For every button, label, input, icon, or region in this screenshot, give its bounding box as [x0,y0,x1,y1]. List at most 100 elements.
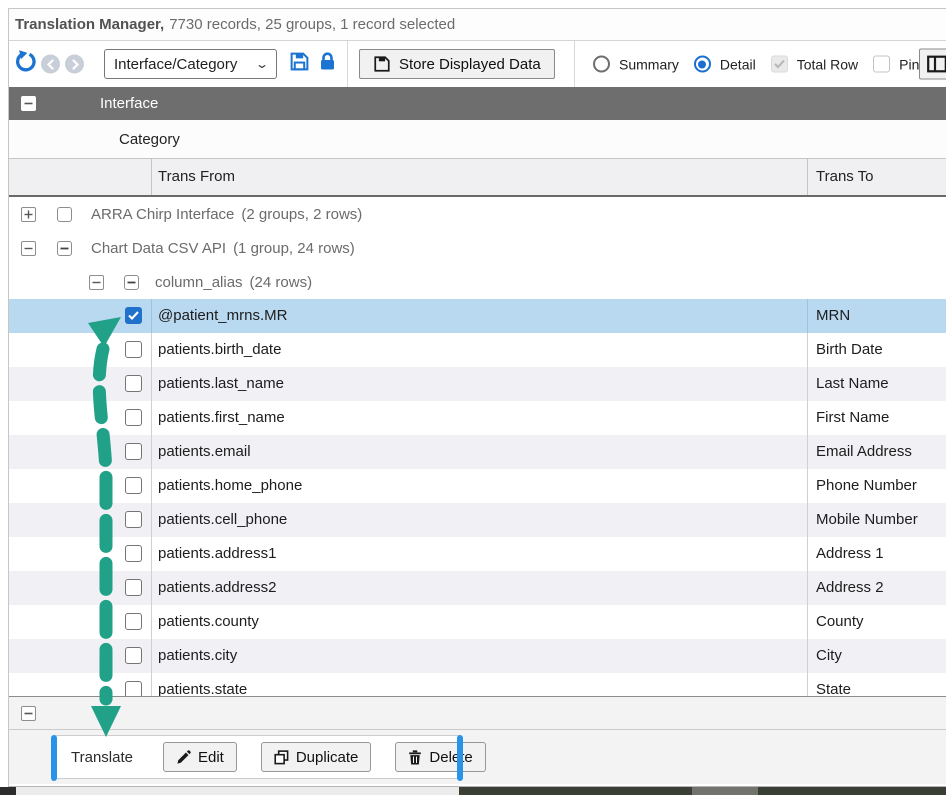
toolbar-separator-2 [574,41,575,87]
trans-to-cell: Address 2 [816,579,884,596]
table-row[interactable]: patients.state State [9,673,946,696]
trans-to-cell: Mobile Number [816,511,918,528]
table-row[interactable]: patients.cell_phone Mobile Number [9,503,946,537]
table-row[interactable]: patients.county County [9,605,946,639]
minus-icon [60,244,69,253]
row-checkbox[interactable] [125,613,142,630]
table-row[interactable]: patients.address2 Address 2 [9,571,946,605]
row-checkbox[interactable] [125,443,142,460]
trans-to-cell: Phone Number [816,477,917,494]
minus-icon [24,99,33,108]
table-row[interactable]: patients.birth_date Birth Date [9,333,946,367]
translation-manager-window: Translation Manager,7730 records, 25 gro… [8,8,946,787]
row-checkbox[interactable] [125,409,142,426]
table-row-selected[interactable]: @patient_mrns.MR MRN [9,299,946,333]
group-checkbox-indeterminate[interactable] [57,241,72,256]
view-dropdown[interactable]: Interface/Category ⌄ [104,49,277,79]
title-bar: Translation Manager,7730 records, 25 gro… [9,9,946,41]
column-divider [151,159,152,195]
group-row-arra[interactable]: ARRA Chirp Interface (2 groups, 2 rows) [9,197,946,231]
panel-actions-strip: Translate Edit Duplicate [9,730,946,784]
row-checkbox[interactable] [125,511,142,528]
group-checkbox-indeterminate[interactable] [124,275,139,290]
group-row-column-alias[interactable]: column_alias (24 rows) [9,265,946,299]
translate-group-label: Translate [71,749,133,766]
group-meta: (2 groups, 2 rows) [241,206,362,223]
detail-radio[interactable] [694,56,711,73]
trans-from-cell: patients.address1 [158,545,276,562]
category-band-label: Category [119,131,180,148]
trans-from-header[interactable]: Trans From [158,168,235,185]
trans-to-cell: MRN [816,307,850,324]
detail-radio-label[interactable]: Detail [720,56,756,72]
check-icon [128,311,139,320]
refresh-button[interactable] [14,50,38,79]
minus-icon [92,278,101,287]
row-checkbox[interactable] [125,579,142,596]
group-row-chart-data[interactable]: Chart Data CSV API (1 group, 24 rows) [9,231,946,265]
group-meta: (1 group, 24 rows) [233,240,355,257]
forward-button[interactable] [65,55,84,74]
toolbar-separator-1 [347,41,348,87]
row-checkbox[interactable] [125,341,142,358]
lock-icon [318,52,337,72]
row-checkbox[interactable] [125,681,142,696]
delete-button[interactable]: Delete [395,742,485,772]
interface-group-band: Interface [9,87,946,120]
summary-radio[interactable] [593,56,610,73]
trans-from-cell: @patient_mrns.MR [158,307,287,324]
plus-icon [24,210,33,219]
expand-icon[interactable] [21,207,36,222]
collapse-icon[interactable] [21,241,36,256]
lock-view-button[interactable] [318,52,337,77]
panel-collapse-toggle[interactable] [21,706,36,721]
action-panel: Translate Edit Duplicate [9,696,946,784]
accent-bar-right [457,735,463,781]
row-checkbox[interactable] [125,477,142,494]
chevron-down-icon: ⌄ [255,57,269,71]
delete-button-label: Delete [429,749,472,766]
row-checkbox-checked[interactable] [125,307,142,324]
view-dropdown-value: Interface/Category [114,56,237,73]
total-row-checkbox-label[interactable]: Total Row [797,56,858,72]
table-row[interactable]: patients.city City [9,639,946,673]
pencil-icon [176,750,191,765]
copy-icon [274,750,289,765]
trans-from-cell: patients.email [158,443,251,460]
store-displayed-data-button[interactable]: Store Displayed Data [359,49,555,79]
table-row[interactable]: patients.home_phone Phone Number [9,469,946,503]
trans-to-cell: Address 1 [816,545,884,562]
table-row[interactable]: patients.address1 Address 1 [9,537,946,571]
collapse-all-toggle[interactable] [21,96,36,111]
trans-to-cell: State [816,681,851,696]
row-checkbox[interactable] [125,375,142,392]
duplicate-button-label: Duplicate [296,749,359,766]
collapse-icon[interactable] [89,275,104,290]
page: Translation Manager,7730 records, 25 gro… [0,0,946,795]
row-checkbox[interactable] [125,647,142,664]
duplicate-button[interactable]: Duplicate [261,742,372,772]
trans-from-cell: patients.home_phone [158,477,302,494]
back-button[interactable] [41,55,60,74]
table-row[interactable]: patients.email Email Address [9,435,946,469]
summary-radio-label[interactable]: Summary [619,56,679,72]
table-row[interactable]: patients.first_name First Name [9,401,946,435]
total-row-checkbox[interactable] [771,56,788,73]
trans-to-cell: City [816,647,842,664]
trans-to-header[interactable]: Trans To [816,168,874,185]
group-checkbox-unchecked[interactable] [57,207,72,222]
trans-from-cell: patients.county [158,613,259,630]
chevron-left-icon [46,59,56,69]
edit-button[interactable]: Edit [163,742,237,772]
trans-from-cell: patients.first_name [158,409,285,426]
column-settings-button[interactable] [919,49,946,80]
save-view-button[interactable] [289,51,310,77]
store-displayed-data-label: Store Displayed Data [399,56,541,73]
pin-groups-checkbox[interactable] [873,56,890,73]
chevron-right-icon [70,59,80,69]
trans-from-cell: patients.address2 [158,579,276,596]
refresh-icon [14,50,38,74]
row-checkbox[interactable] [125,545,142,562]
edit-button-label: Edit [198,749,224,766]
table-row[interactable]: patients.last_name Last Name [9,367,946,401]
